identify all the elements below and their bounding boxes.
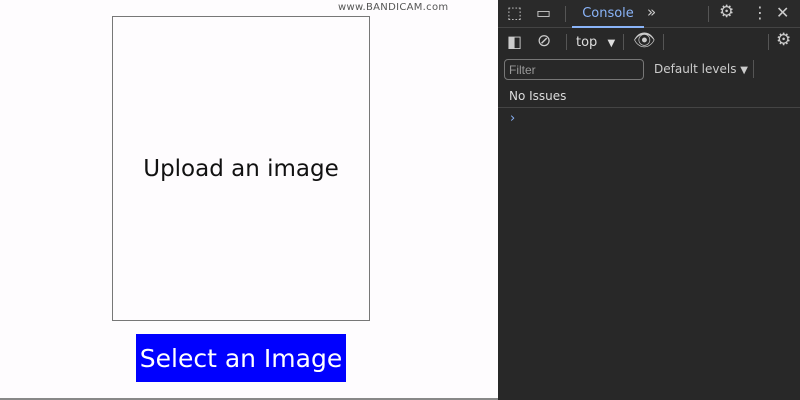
- issues-status[interactable]: No Issues: [509, 89, 566, 103]
- log-levels-dropdown[interactable]: Default levels ▼: [654, 62, 748, 76]
- console-prompt-icon[interactable]: ›: [510, 111, 515, 126]
- divider: [498, 107, 800, 108]
- tab-console[interactable]: Console: [572, 0, 644, 28]
- more-options-icon[interactable]: ⋮: [752, 5, 768, 21]
- context-selector[interactable]: top ▼: [576, 35, 615, 50]
- levels-label: Default levels: [654, 62, 737, 76]
- inspect-element-icon[interactable]: ⬚: [507, 5, 522, 21]
- console-toolbar: ◧ ⊘ top ▼ 👁 ⚙: [498, 29, 800, 56]
- devtools-panel: ⬚ ▭ Console » ⚙ ⋮ ✕ ◧ ⊘ top ▼ 👁 ⚙ Defaul…: [498, 0, 800, 400]
- divider: [768, 34, 769, 50]
- filter-input[interactable]: [504, 59, 644, 80]
- clear-console-icon[interactable]: ⊘: [537, 33, 551, 50]
- more-tabs-icon[interactable]: »: [647, 5, 656, 20]
- divider: [623, 34, 624, 50]
- select-image-button[interactable]: Select an Image: [136, 334, 346, 382]
- watermark: www.BANDICAM.com: [338, 2, 449, 13]
- sidebar-toggle-icon[interactable]: ◧: [507, 34, 522, 50]
- divider: [566, 34, 567, 50]
- dropdown-arrow-icon: ▼: [740, 65, 748, 76]
- live-expression-eye-icon[interactable]: 👁: [633, 32, 656, 50]
- console-settings-icon[interactable]: ⚙: [776, 32, 791, 49]
- context-value: top: [576, 35, 598, 50]
- device-toolbar-icon[interactable]: ▭: [536, 5, 551, 21]
- settings-gear-icon[interactable]: ⚙: [719, 4, 734, 21]
- divider: [708, 6, 709, 22]
- divider: [663, 34, 664, 50]
- divider: [565, 6, 566, 22]
- dropdown-arrow-icon: ▼: [607, 38, 616, 49]
- upload-image-area[interactable]: Upload an image: [112, 16, 370, 321]
- upload-text: Upload an image: [143, 155, 339, 182]
- web-page: Upload an image Select an Image: [0, 0, 498, 400]
- divider: [753, 60, 754, 78]
- close-icon[interactable]: ✕: [776, 5, 789, 21]
- devtools-toolbar: ⬚ ▭ Console » ⚙ ⋮ ✕: [498, 0, 800, 28]
